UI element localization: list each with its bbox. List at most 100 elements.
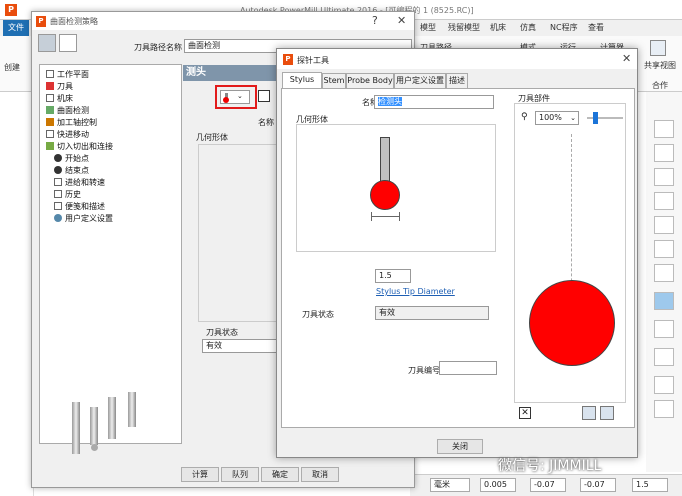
view-iso-icon[interactable]: [654, 144, 674, 162]
tab-nc-program[interactable]: NC程序: [550, 22, 578, 33]
select-cursor-icon[interactable]: [654, 376, 674, 394]
tree-item-feeds-speeds[interactable]: 进给和转速: [54, 177, 105, 188]
queue-button[interactable]: 队列: [221, 467, 259, 482]
wireframe-view-icon[interactable]: [654, 320, 674, 338]
ribbon-create-label: 创建: [4, 63, 20, 72]
search-icon[interactable]: ⚲: [521, 112, 528, 122]
view-toolbar: [646, 92, 682, 472]
tool-state-label: 刀具状态: [302, 310, 334, 319]
value-field-3[interactable]: 1.5: [632, 478, 668, 492]
calculate-button[interactable]: 计算: [181, 467, 219, 482]
diameter-input[interactable]: 1.5: [375, 269, 411, 283]
probe-select-dropdown[interactable]: ⌄: [220, 90, 250, 104]
machine-icon: [46, 94, 54, 102]
probe-edit-icon[interactable]: [258, 90, 270, 102]
zoom-in-icon[interactable]: [654, 240, 674, 258]
cancel-button[interactable]: 取消: [301, 467, 339, 482]
tree-item-end-point[interactable]: 结束点: [54, 165, 89, 176]
tolerance-field[interactable]: 0.005: [480, 478, 516, 492]
powermill-dialog-icon: P: [283, 54, 293, 65]
axis-icon: [46, 118, 54, 126]
edit-tool-icon[interactable]: [600, 406, 614, 420]
tree-item-axis-control[interactable]: 加工轴控制: [46, 117, 97, 128]
ok-button[interactable]: 确定: [261, 467, 299, 482]
box-view-icon[interactable]: [654, 348, 674, 366]
leads-icon: [46, 142, 54, 150]
tab-user-settings[interactable]: 用户定义设置: [394, 73, 446, 88]
tab-stock-model[interactable]: 残留模型: [448, 22, 480, 33]
name-input[interactable]: 检测头: [374, 95, 494, 109]
close-dialog-button[interactable]: 关闭: [437, 439, 483, 454]
strategy-tree: 工作平面 刀具 机床 曲面检测 加工轴控制 快进移动 切入切出和连接 开始点 结…: [39, 64, 182, 444]
view-box-icon[interactable]: [654, 168, 674, 186]
tab-model[interactable]: 模型: [420, 22, 436, 33]
tab-probe-body[interactable]: Probe Body: [346, 73, 394, 88]
tree-item-rapid-move[interactable]: 快进移动: [46, 129, 89, 140]
probe-tip-icon: [223, 97, 229, 103]
tree-view-icon[interactable]: [59, 34, 77, 52]
user-settings-icon: [54, 214, 62, 222]
toolpath-name-label: 刀具路径名称: [134, 43, 182, 52]
close-button[interactable]: ✕: [622, 52, 631, 65]
tab-simulation[interactable]: 仿真: [520, 22, 536, 33]
gear-icon[interactable]: [38, 34, 56, 52]
tab-description[interactable]: 描述: [446, 73, 468, 88]
zoom-icon[interactable]: [654, 192, 674, 210]
pointer-icon[interactable]: [654, 400, 674, 418]
tab-stylus-tip[interactable]: Stylus Tip: [282, 72, 322, 97]
tree-item-leads-links[interactable]: 切入切出和连接: [46, 141, 113, 152]
value-field-1[interactable]: -0.07: [530, 478, 566, 492]
tab-stem[interactable]: Stem: [322, 73, 346, 88]
tree-item-notes[interactable]: 便笺和描述: [54, 201, 105, 212]
zoom-slider-thumb[interactable]: [593, 112, 598, 124]
tree-item-surface-inspection[interactable]: 曲面检测: [46, 105, 89, 116]
dialog2-titlebar: P 探针工具 ✕: [277, 49, 637, 69]
tree-item-history[interactable]: 历史: [54, 189, 81, 200]
ribbon-collab-label: 合作: [652, 81, 668, 90]
powermill-dialog-icon: P: [36, 16, 46, 27]
share-view-icon[interactable]: [650, 40, 666, 56]
ribbon-share-view-label: 共享视图: [644, 61, 676, 70]
tree-item-tool[interactable]: 刀具: [46, 81, 73, 92]
stylus-tip-diagram: [370, 180, 400, 210]
name-input-value: 检测头: [378, 97, 402, 106]
tool-illustration-4: [128, 392, 136, 427]
tab-view[interactable]: 查看: [588, 22, 604, 33]
feeds-icon: [54, 178, 62, 186]
probe-name-label: 名称: [258, 118, 274, 127]
end-point-icon: [54, 166, 62, 174]
chevron-down-icon: ⌄: [570, 114, 576, 122]
close-button[interactable]: ✕: [397, 14, 406, 27]
stylus-tip-page: 名称 检测头 几何形体 1.5 Stylus Tip Diameter 刀具状态…: [281, 88, 635, 428]
refresh-view-icon[interactable]: [654, 216, 674, 234]
tool-ball-illustration: [91, 444, 98, 451]
delete-icon[interactable]: ✕: [519, 407, 531, 419]
tool-state-field: 有效: [375, 306, 489, 320]
diameter-dimension-line: [372, 216, 399, 217]
tree-item-start-point[interactable]: 开始点: [54, 153, 89, 164]
tree-item-machine[interactable]: 机床: [46, 93, 73, 104]
stylus-tip-diameter-link[interactable]: Stylus Tip Diameter: [376, 287, 455, 296]
help-button[interactable]: ?: [372, 14, 378, 27]
geometry-label: 几何形体: [196, 133, 228, 142]
tab-machine[interactable]: 机床: [490, 22, 506, 33]
zoom-select-value: 100%: [539, 113, 562, 122]
tool-preview-panel: ⚲ 100% ⌄: [514, 103, 626, 403]
value-field-2[interactable]: -0.07: [580, 478, 616, 492]
start-point-icon: [54, 154, 62, 162]
view-cube-icon[interactable]: [654, 120, 674, 138]
probe-tool-dialog: P 探针工具 ✕ Stylus Tip Stem Probe Body 用户定义…: [276, 48, 638, 458]
dialog1-title: 曲面检测策略: [50, 17, 98, 26]
zoom-out-icon[interactable]: [654, 264, 674, 282]
tab-file[interactable]: 文件: [3, 20, 29, 36]
stylus-stem-diagram: [380, 137, 390, 183]
inspection-icon: [46, 106, 54, 114]
shaded-view-icon[interactable]: [654, 292, 674, 310]
copy-tool-icon[interactable]: [582, 406, 596, 420]
tool-illustration-1: [72, 402, 80, 454]
tree-item-workplane[interactable]: 工作平面: [46, 69, 89, 80]
tree-item-user-settings[interactable]: 用户定义设置: [54, 213, 113, 224]
unit-field[interactable]: 毫米: [430, 478, 470, 492]
tool-number-input[interactable]: [439, 361, 497, 375]
zoom-select[interactable]: 100% ⌄: [535, 111, 579, 125]
